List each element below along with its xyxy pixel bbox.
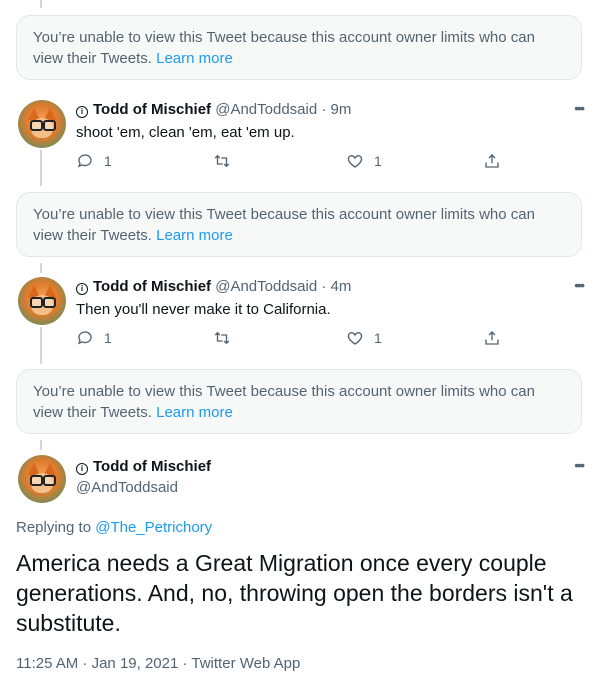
lock-icon: i <box>76 106 88 118</box>
share-icon <box>485 154 499 168</box>
replying-to-label: Replying to <box>16 519 92 536</box>
reply-button[interactable]: 1 <box>76 329 112 347</box>
more-icon[interactable]: ••• <box>574 457 585 473</box>
restricted-tweet-notice: You’re unable to view this Tweet because… <box>16 369 582 434</box>
share-icon <box>485 331 499 345</box>
share-button[interactable] <box>483 329 511 347</box>
author-name[interactable]: Todd of Mischief <box>93 101 211 118</box>
learn-more-link[interactable]: Learn more <box>156 227 233 244</box>
thread-line <box>40 0 42 8</box>
more-icon[interactable]: ••• <box>574 277 585 293</box>
tweet-header: i Todd of Mischief @AndToddsaid · 9m <box>76 100 351 120</box>
lock-icon: i <box>76 463 88 475</box>
notice-text: You’re unable to view this Tweet because… <box>33 383 535 421</box>
restricted-tweet-notice: You’re unable to view this Tweet because… <box>16 15 582 80</box>
thread-line <box>40 440 42 450</box>
like-count: 1 <box>374 153 382 169</box>
reply-button[interactable]: 1 <box>76 152 112 170</box>
tweet-text: shoot 'em, clean 'em, eat 'em up. <box>76 124 295 141</box>
tweet-text: Then you'll never make it to California. <box>76 301 331 318</box>
share-button[interactable] <box>483 152 511 170</box>
retweet-icon <box>214 154 230 168</box>
separator-dot: · <box>321 278 327 295</box>
avatar[interactable] <box>18 455 66 503</box>
retweet-icon <box>214 331 230 345</box>
tweet-timestamp[interactable]: 11:25 AM · Jan 19, 2021 · Twitter Web Ap… <box>16 655 300 672</box>
reply-icon <box>77 331 92 345</box>
thread-line <box>40 150 42 186</box>
lock-icon: i <box>76 283 88 295</box>
learn-more-link[interactable]: Learn more <box>156 404 233 421</box>
avatar[interactable] <box>18 277 66 325</box>
main-tweet-text: America needs a Great Migration once eve… <box>16 550 573 636</box>
like-icon <box>347 332 363 345</box>
replying-to: Replying to @The_Petrichory <box>16 519 212 536</box>
retweet-button[interactable] <box>213 152 241 170</box>
reply-icon <box>77 154 92 168</box>
reply-count: 1 <box>104 153 112 169</box>
author-handle[interactable]: @AndToddsaid <box>215 278 317 295</box>
reply-count: 1 <box>104 330 112 346</box>
thread-line <box>40 263 42 273</box>
author-name[interactable]: Todd of Mischief <box>93 278 211 295</box>
tweet-actions: 1 1 <box>76 152 506 174</box>
notice-text: You’re unable to view this Tweet because… <box>33 29 535 67</box>
restricted-tweet-notice: You’re unable to view this Tweet because… <box>16 192 582 257</box>
like-icon <box>347 155 363 168</box>
like-button[interactable]: 1 <box>346 152 382 170</box>
author-name[interactable]: Todd of Mischief <box>93 458 211 475</box>
tweet-actions: 1 1 <box>76 329 506 351</box>
avatar[interactable] <box>18 100 66 148</box>
like-button[interactable]: 1 <box>346 329 382 347</box>
main-tweet-author: i Todd of Mischief <box>76 457 211 477</box>
tweet-time[interactable]: 9m <box>331 101 352 118</box>
separator-dot: · <box>321 101 327 118</box>
like-count: 1 <box>374 330 382 346</box>
learn-more-link[interactable]: Learn more <box>156 50 233 67</box>
more-icon[interactable]: ••• <box>574 100 585 116</box>
author-handle[interactable]: @AndToddsaid <box>76 478 178 498</box>
notice-text: You’re unable to view this Tweet because… <box>33 206 535 244</box>
author-handle[interactable]: @AndToddsaid <box>215 101 317 118</box>
thread-line <box>40 327 42 364</box>
replying-to-user-link[interactable]: @The_Petrichory <box>95 519 212 536</box>
tweet-time[interactable]: 4m <box>331 278 352 295</box>
tweet-header: i Todd of Mischief @AndToddsaid · 4m <box>76 277 351 297</box>
retweet-button[interactable] <box>213 329 241 347</box>
